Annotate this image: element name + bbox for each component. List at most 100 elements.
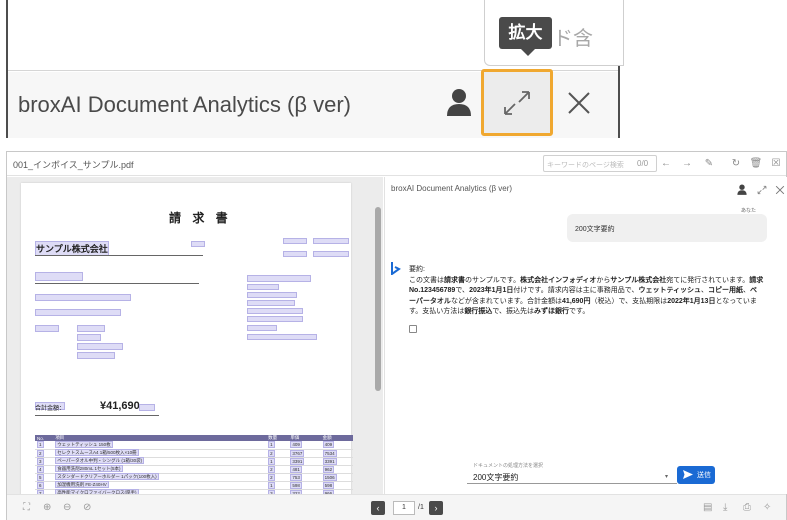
table-row: 2 セレクトスムースA4 1箱/500枚入×10冊 2 3767 7534 xyxy=(35,449,353,458)
zoom-callout: ワード含 拡大 broxAI Document Analytics (β ver… xyxy=(6,0,624,138)
invoice-page: 請 求 書 サンプル株式会社 合計金額： ¥41,690 No. 項目 数量 単… xyxy=(21,183,353,494)
table-row: 1 ウェットティッシュ 150枚 1 409 409 xyxy=(35,440,353,450)
refresh-icon[interactable]: ↻ xyxy=(729,157,743,171)
page-highlight xyxy=(283,251,307,257)
table-cell: 3767 xyxy=(288,449,321,458)
prev-result-icon[interactable]: ← xyxy=(659,157,673,171)
table-cell: 6 xyxy=(35,481,54,490)
expand-tooltip: 拡大 xyxy=(499,17,552,56)
cell-text: 2 xyxy=(37,449,44,457)
page-highlight xyxy=(283,238,307,244)
bottom-toolbar: ⛶ ⊕ ⊖ ⊘ ‹ 1 /1 › ▤ ⤓ ⎙ ✧ xyxy=(7,494,786,520)
invoice-title: 請 求 書 xyxy=(169,211,232,225)
file-name: 001_インボイス_サンプル.pdf xyxy=(13,160,134,170)
close-icon[interactable] xyxy=(775,182,785,200)
fit-page-icon[interactable]: ⛶ xyxy=(23,502,30,513)
cell-text: スタンダードクリアーホルダー 1パック(100枚入) xyxy=(55,473,159,480)
cell-text: 加湿機用洗剤 FE-Z40HV xyxy=(55,481,109,488)
user-message-bubble: 200文字要約 xyxy=(567,214,767,242)
page-highlight xyxy=(77,325,105,332)
cell-text: 1 xyxy=(268,457,275,465)
highlight-icon[interactable]: ✧ xyxy=(763,502,771,513)
cell-text: 598 xyxy=(290,481,302,489)
print-icon[interactable]: ⎙ xyxy=(743,502,751,513)
table-cell: 1 xyxy=(266,481,289,490)
chat-header: broxAI Document Analytics (β ver) xyxy=(385,177,787,199)
table-cell: 7534 xyxy=(320,449,353,458)
close-icon[interactable] xyxy=(566,90,592,121)
table-cell: 加湿機用洗剤 FE-Z40HV xyxy=(53,481,267,490)
page-highlight xyxy=(247,292,297,298)
table-row: 3 ペーパータオル中判・シングル (1箱/30袋) 1 3391 3391 xyxy=(35,457,353,466)
zoom-in-icon[interactable]: ⊕ xyxy=(43,502,51,513)
cell-text: 3 xyxy=(37,457,44,465)
cell-text: 962 xyxy=(322,465,335,473)
page-highlight xyxy=(313,238,349,244)
page-highlight xyxy=(247,284,279,290)
search-count: 0/0 xyxy=(637,159,649,168)
page-highlight xyxy=(77,343,123,350)
zoom-out-icon[interactable]: ⊖ xyxy=(63,502,71,513)
cell-text: 409 xyxy=(322,441,335,449)
page-highlight xyxy=(247,334,317,340)
cell-text: 4 xyxy=(37,465,44,473)
table-cell: 1 xyxy=(35,441,54,450)
table-cell: 2 xyxy=(266,465,289,474)
cell-text: 2 xyxy=(268,465,275,473)
page-number-input[interactable]: 1 xyxy=(393,501,415,515)
response-line: す。支払い方法は銀行振込で、振込先はみずほ銀行です。 xyxy=(409,308,590,315)
response-line: ーパータオルなどが含まれています。合計金額は41,690円（税込）で、支払期限は… xyxy=(409,297,757,305)
close-panel-icon[interactable]: ☒ xyxy=(769,157,783,171)
copy-icon[interactable] xyxy=(409,325,417,333)
table-cell: 598 xyxy=(288,481,321,490)
page-highlight xyxy=(77,334,101,341)
table-cell: 2 xyxy=(266,449,289,458)
delete-icon[interactable]: 🗑 xyxy=(749,157,763,171)
page-highlight xyxy=(247,325,277,331)
next-result-icon[interactable]: → xyxy=(680,157,694,171)
page-highlight xyxy=(139,404,155,411)
cell-text: 753 xyxy=(290,473,302,481)
user-icon[interactable] xyxy=(737,182,747,200)
send-button[interactable]: 送信 xyxy=(677,466,715,484)
table-cell: 5 xyxy=(35,473,54,482)
cell-text: セレクトスムースA4 1箱/500枚入×10冊 xyxy=(55,449,139,456)
table-cell: セレクトスムースA4 1箱/500枚入×10冊 xyxy=(53,449,267,458)
expand-icon xyxy=(504,91,530,115)
cell-text: 1 xyxy=(37,441,44,449)
cell-text: 3391 xyxy=(290,457,305,465)
process-method-select[interactable]: ドキュメントの処理方法を選択 200文字要約 ▾ xyxy=(467,460,677,484)
table-cell: ウェットティッシュ 150枚 xyxy=(53,440,267,450)
cell-text: 6 xyxy=(37,481,44,489)
user-icon[interactable] xyxy=(446,88,472,121)
expand-button-highlighted[interactable] xyxy=(481,69,553,136)
prev-page-button[interactable]: ‹ xyxy=(371,501,385,515)
table-row: 5 スタンダードクリアーホルダー 1パック(100枚入) 2 753 1506 xyxy=(35,473,353,482)
table-cell: 3 xyxy=(35,457,54,466)
next-page-button[interactable]: › xyxy=(429,501,443,515)
table-cell: 1 xyxy=(266,441,289,450)
document-icon[interactable]: ▤ xyxy=(703,502,712,513)
document-scrollbar[interactable] xyxy=(375,207,381,391)
cell-text: ペーパータオル中判・シングル (1箱/30袋) xyxy=(55,457,145,464)
table-cell: 1 xyxy=(266,457,289,466)
table-cell: 753 xyxy=(288,473,321,482)
select-value: 200文字要約 xyxy=(473,473,519,482)
cell-text: 1506 xyxy=(322,473,337,481)
cell-text: 2 xyxy=(268,449,275,457)
cell-text: 7534 xyxy=(322,449,337,457)
select-label: ドキュメントの処理方法を選択 xyxy=(473,463,544,469)
page-highlight xyxy=(247,308,303,314)
dropdown-arrow-icon: ▾ xyxy=(665,474,669,480)
hide-highlight-icon[interactable]: ⊘ xyxy=(83,502,91,513)
table-cell: 409 xyxy=(288,441,321,450)
cell-text: 481 xyxy=(290,465,302,473)
download-icon[interactable]: ⤓ xyxy=(723,502,727,513)
table-row: 6 加湿機用洗剤 FE-Z40HV 1 598 598 xyxy=(35,481,353,490)
edit-icon[interactable]: ✎ xyxy=(702,157,716,171)
table-cell: 409 xyxy=(320,441,353,450)
page-highlight xyxy=(35,294,131,301)
page-highlight xyxy=(35,325,59,332)
page-highlight xyxy=(191,241,205,247)
expand-icon[interactable] xyxy=(757,182,767,200)
